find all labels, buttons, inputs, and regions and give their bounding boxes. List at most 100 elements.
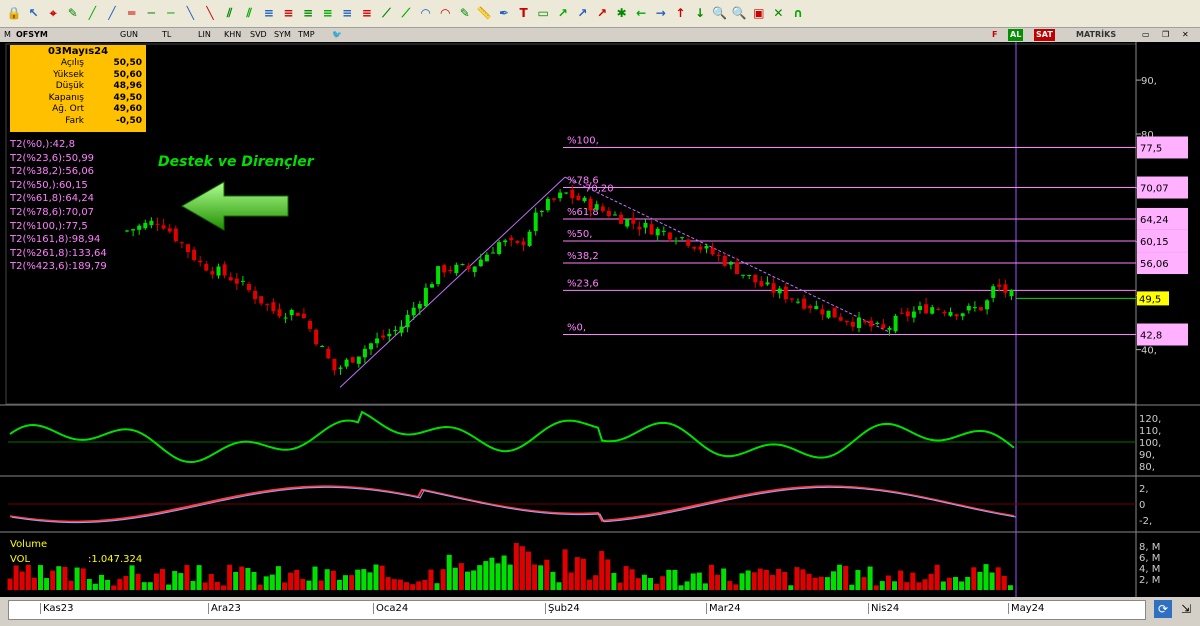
horizontal-line-icon[interactable]: ─: [163, 5, 179, 22]
pencil-icon[interactable]: ✎: [457, 5, 473, 22]
volume-bar: [410, 584, 416, 590]
pencil-icon[interactable]: ✎: [65, 5, 81, 22]
right-arrow-icon[interactable]: →: [653, 5, 669, 22]
candle-body: [161, 225, 166, 229]
twitter-icon[interactable]: 🐦: [330, 29, 344, 41]
note-icon[interactable]: ▭: [535, 5, 551, 22]
zoom-icon[interactable]: 🔍: [712, 5, 728, 22]
arrow-icon[interactable]: ↗: [574, 5, 590, 22]
arrow-icon[interactable]: ↗: [594, 5, 610, 22]
volume-bar: [251, 571, 257, 590]
close-icon[interactable]: ✕: [1180, 29, 1191, 41]
sell-button[interactable]: SAT: [1034, 29, 1055, 41]
symbol-tab[interactable]: OFSYM: [14, 29, 50, 41]
volume-bar: [916, 582, 922, 590]
svd-tab[interactable]: SVD: [248, 29, 269, 41]
scroll-right-icon[interactable]: ⇲: [1178, 600, 1194, 618]
magnet-icon[interactable]: ∩: [790, 5, 806, 22]
candle-body: [783, 286, 788, 300]
fibonacci-icon[interactable]: ≡: [280, 5, 296, 22]
down-arrow-icon[interactable]: ↓: [692, 5, 708, 22]
lin-tab[interactable]: LIN: [196, 29, 213, 41]
lock-icon[interactable]: 🔒: [6, 5, 22, 22]
cursor-icon[interactable]: ↖: [26, 5, 42, 22]
horizontal-line-icon[interactable]: ─: [143, 5, 159, 22]
fan-icon[interactable]: ⟋: [378, 5, 394, 22]
volume-bar: [763, 569, 769, 590]
candle-body: [350, 357, 355, 363]
volume-bar: [74, 567, 80, 590]
left-arrow-icon[interactable]: ←: [633, 5, 649, 22]
image-icon[interactable]: ▣: [751, 5, 767, 22]
zoom-icon[interactable]: 🔍: [731, 5, 747, 22]
channel-icon[interactable]: ⫽: [241, 5, 257, 22]
info-value: -0,50: [116, 115, 142, 126]
fibonacci-icon[interactable]: ≡: [339, 5, 355, 22]
khn-tab[interactable]: KHN: [222, 29, 243, 41]
minimize-icon[interactable]: ▭: [1140, 29, 1152, 41]
volume-bar: [141, 582, 147, 590]
currency-tab[interactable]: TL: [160, 29, 173, 41]
fibonacci-icon[interactable]: ≡: [320, 5, 336, 22]
volume-bar: [635, 578, 641, 590]
refresh-icon[interactable]: ⟳: [1154, 600, 1172, 618]
menu-m-button[interactable]: M: [2, 29, 13, 41]
candle-body: [600, 206, 605, 212]
chart-canvas[interactable]: 90,80,70,60,50,40,%100,77,5%78,670,07%61…: [0, 42, 1200, 597]
arc-icon[interactable]: ◠: [437, 5, 453, 22]
indicator2-axis-label: 2,: [1139, 484, 1149, 495]
ruler-icon[interactable]: 📏: [476, 5, 492, 22]
candle-body: [497, 242, 502, 254]
up-arrow-icon[interactable]: ↑: [672, 5, 688, 22]
candle-body: [875, 322, 880, 324]
f-button[interactable]: F: [990, 29, 999, 41]
fan-icon[interactable]: ⟋: [398, 5, 414, 22]
text-icon[interactable]: T: [516, 5, 532, 22]
restore-icon[interactable]: ❐: [1160, 29, 1171, 41]
arrow-icon[interactable]: ↗: [555, 5, 571, 22]
volume-bar: [416, 581, 422, 590]
candle-body: [899, 312, 904, 314]
volume-bar: [709, 564, 714, 590]
candle-body: [247, 283, 251, 291]
crosshair-icon[interactable]: ⌖: [45, 5, 61, 22]
candle-body: [466, 265, 471, 269]
candle-body: [954, 314, 959, 317]
volume-bar: [617, 582, 623, 590]
price-tag-label: 56,06: [1140, 259, 1169, 270]
sym-tab[interactable]: SYM: [272, 29, 293, 41]
candle-body: [759, 281, 764, 287]
candle-body: [204, 264, 209, 271]
fibonacci-icon[interactable]: ≡: [300, 5, 316, 22]
volume-bar: [837, 564, 843, 590]
pen-icon[interactable]: ✒: [496, 5, 512, 22]
line-icon[interactable]: ╲: [202, 5, 218, 22]
info-row: Düşük 48,96: [10, 81, 146, 93]
volume-bar: [202, 582, 208, 590]
fibonacci-icon[interactable]: ≡: [359, 5, 375, 22]
star-icon[interactable]: ✱: [614, 5, 630, 22]
fib-level-label: %50,: [567, 229, 592, 240]
channel-icon[interactable]: ⫽: [222, 5, 238, 22]
line-icon[interactable]: ╲: [182, 5, 198, 22]
buy-button[interactable]: AL: [1008, 29, 1024, 41]
tmp-tab[interactable]: TMP: [296, 29, 317, 41]
volume-bar: [641, 574, 647, 590]
volume-bar: [983, 564, 989, 590]
trend-line-icon[interactable]: ╱: [84, 5, 100, 22]
period-tab[interactable]: GUN: [118, 29, 140, 41]
candle-body: [887, 328, 892, 330]
volume-bar: [831, 571, 836, 590]
volume-bar: [672, 569, 678, 590]
volume-bar: [934, 564, 940, 590]
time-axis: Kas23 Ara23 Oca24 Şub24 Mar24 Nis24 May24 ⟳ ⇲: [0, 597, 1200, 626]
candle-body: [423, 287, 428, 307]
chart-area[interactable]: 90,80,70,60,50,40,%100,77,5%78,670,07%61…: [0, 42, 1200, 597]
volume-bar: [824, 577, 830, 590]
parallel-lines-icon[interactable]: ═: [124, 5, 140, 22]
fibonacci-icon[interactable]: ≡: [261, 5, 277, 22]
erase-icon[interactable]: ✕: [770, 5, 786, 22]
arc-icon[interactable]: ◠: [418, 5, 434, 22]
candle-body: [411, 307, 416, 316]
trend-line-icon[interactable]: ╱: [104, 5, 120, 22]
